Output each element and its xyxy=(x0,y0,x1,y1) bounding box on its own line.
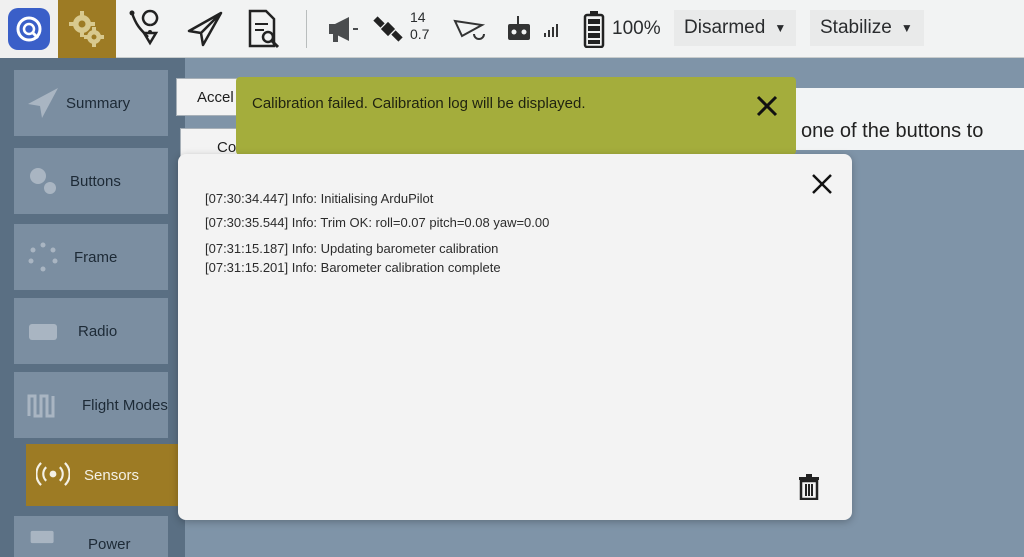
arm-state-dropdown[interactable]: Disarmed ▼ xyxy=(674,10,796,46)
setup-sidebar: Summary Buttons Frame Radio Flight Modes… xyxy=(0,58,185,557)
plan-waypoint-icon[interactable] xyxy=(120,0,172,58)
gps-readout: 14 0.7 xyxy=(410,9,429,43)
calibration-log-dialog: [07:30:34.447] Info: Initialising ArduPi… xyxy=(178,154,852,520)
sidebar-item-buttons[interactable]: Buttons xyxy=(14,148,168,214)
close-icon[interactable] xyxy=(810,172,834,196)
waveform-icon xyxy=(27,394,55,418)
gps-hdop: 0.7 xyxy=(410,26,430,42)
chevron-down-icon: ▼ xyxy=(900,21,913,35)
toast-message: Calibration failed. Calibration log will… xyxy=(252,95,586,112)
trash-icon[interactable] xyxy=(798,474,820,500)
sidebar-item-label: Summary xyxy=(66,94,131,112)
sidebar-item-radio[interactable]: Radio xyxy=(14,298,168,364)
frame-dots-icon xyxy=(28,242,58,272)
chevron-down-icon: ▼ xyxy=(774,21,787,35)
sidebar-item-label: Flight Modes xyxy=(82,396,168,414)
gps-satellite-count: 14 xyxy=(410,9,426,25)
instruction-text: one of the buttons to xyxy=(801,120,984,142)
flight-mode-dropdown[interactable]: Stabilize ▼ xyxy=(810,10,924,46)
log-line: [07:31:15.201] Info: Barometer calibrati… xyxy=(205,260,501,275)
accelerometer-button[interactable]: Accel xyxy=(176,78,238,116)
gears-icon xyxy=(30,168,56,194)
fly-paper-plane-icon[interactable] xyxy=(180,0,230,58)
analyze-document-icon[interactable] xyxy=(238,0,288,58)
sidebar-item-label: Buttons xyxy=(70,172,121,190)
log-line: [07:30:35.544] Info: Trim OK: roll=0.07 … xyxy=(205,215,550,230)
gps-satellite-icon[interactable] xyxy=(370,0,406,58)
sidebar-item-sensors[interactable]: Sensors xyxy=(26,444,181,506)
app-logo-icon[interactable] xyxy=(0,0,58,58)
paper-plane-icon xyxy=(28,88,58,118)
toolbar-separator xyxy=(306,10,307,48)
top-toolbar: 14 0.7 100% Disarmed ▼ Stabilize ▼ xyxy=(0,0,1024,58)
sensors-broadcast-icon xyxy=(36,462,70,486)
log-line: [07:30:34.447] Info: Initialising ArduPi… xyxy=(205,191,434,206)
battery-icon[interactable] xyxy=(580,0,608,58)
arm-state-label: Disarmed xyxy=(684,17,766,38)
megaphone-icon[interactable] xyxy=(322,0,362,58)
settings-gear-icon[interactable] xyxy=(58,0,116,58)
sidebar-item-label: Radio xyxy=(78,322,118,340)
sidebar-item-summary[interactable]: Summary xyxy=(14,70,168,136)
log-line: [07:31:15.187] Info: Updating barometer … xyxy=(205,241,499,256)
sidebar-item-flight-modes[interactable]: Flight Modes xyxy=(14,372,168,438)
radio-icon xyxy=(29,324,57,340)
sidebar-item-label: Sensors xyxy=(84,466,140,484)
sidebar-item-power[interactable]: Power xyxy=(14,516,168,557)
power-icon xyxy=(30,530,54,544)
error-toast: Calibration failed. Calibration log will… xyxy=(236,77,796,155)
bottom-strip xyxy=(340,520,1024,557)
battery-percent: 100% xyxy=(612,18,661,39)
sidebar-item-frame[interactable]: Frame xyxy=(14,224,168,290)
rc-transmitter-icon[interactable] xyxy=(502,0,562,58)
flight-mode-label: Stabilize xyxy=(820,17,892,38)
sidebar-item-label: Frame xyxy=(74,248,118,266)
sidebar-item-label: Power xyxy=(88,536,131,553)
close-icon[interactable] xyxy=(754,93,780,119)
telemetry-plane-icon[interactable] xyxy=(450,0,490,58)
